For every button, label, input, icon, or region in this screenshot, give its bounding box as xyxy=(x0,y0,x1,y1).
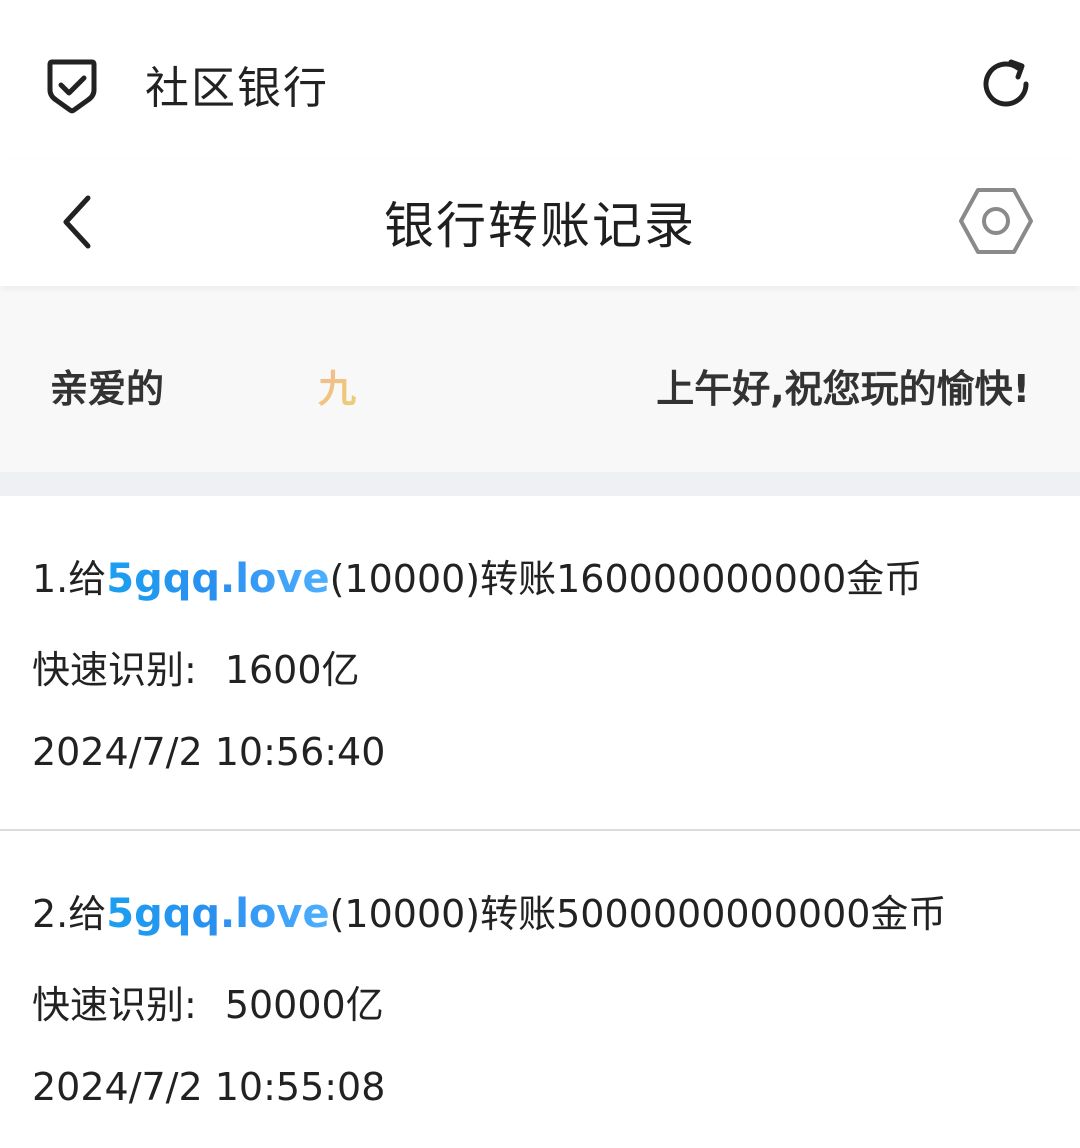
user-name: 九 xyxy=(318,358,356,413)
greeting-banner: 亲爱的 九 上午好,祝您玩的愉快! xyxy=(0,286,1080,472)
record-timestamp: 2024/7/2 10:56:40 xyxy=(32,730,386,774)
settings-icon[interactable] xyxy=(958,186,1034,256)
record-transfer-text: (10000)转账160000000000金币 xyxy=(329,557,923,601)
recipient-site-link[interactable]: 5gqq.love xyxy=(106,556,329,602)
quick-label: 快速识别: xyxy=(32,983,197,1027)
greeting-message: 上午好,祝您玩的愉快! xyxy=(656,367,1030,411)
record-index: 1.给 xyxy=(32,557,107,601)
record-quick-line: 快速识别: 1600亿 xyxy=(32,639,360,694)
record-quick-line: 快速识别: 50000亿 xyxy=(32,974,384,1029)
app-bar: 社区银行 xyxy=(0,0,1080,160)
app-title: 社区银行 xyxy=(145,63,329,114)
record-transfer-line: 2.给5gqq.love(10000)转账5000000000000金币 xyxy=(32,883,946,938)
recipient-site-link[interactable]: 5gqq.love xyxy=(106,891,329,937)
refresh-icon[interactable] xyxy=(978,56,1034,112)
quick-label: 快速识别: xyxy=(32,648,197,692)
record-index: 2.给 xyxy=(32,892,107,936)
quick-value: 50000亿 xyxy=(224,983,384,1027)
transfer-record[interactable]: 1.给5gqq.love(10000)转账160000000000金币 快速识别… xyxy=(0,496,1080,831)
page-title: 银行转账记录 xyxy=(384,197,696,255)
transfer-record-list: 1.给5gqq.love(10000)转账160000000000金币 快速识别… xyxy=(0,496,1080,1148)
shield-check-icon[interactable] xyxy=(44,56,100,116)
record-transfer-text: (10000)转账5000000000000金币 xyxy=(329,892,947,936)
record-transfer-line: 1.给5gqq.love(10000)转账160000000000金币 xyxy=(32,548,922,603)
transfer-record[interactable]: 2.给5gqq.love(10000)转账5000000000000金币 快速识… xyxy=(0,831,1080,1148)
quick-value: 1600亿 xyxy=(224,648,360,692)
greeting-prefix: 亲爱的 xyxy=(50,367,165,411)
record-timestamp: 2024/7/2 10:55:08 xyxy=(32,1065,386,1109)
page-nav-bar: 银行转账记录 xyxy=(0,160,1080,286)
section-divider xyxy=(0,472,1080,496)
